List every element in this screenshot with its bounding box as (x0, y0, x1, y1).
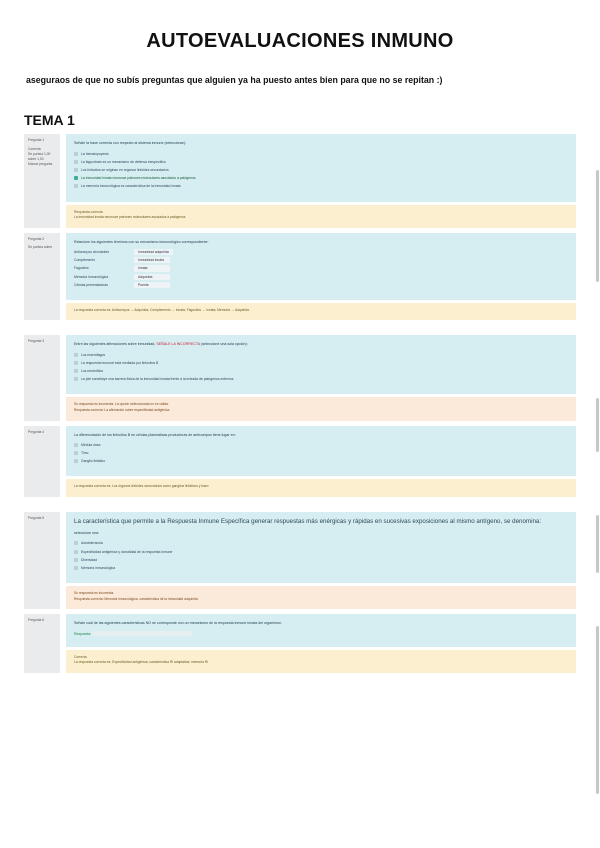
question-block: Pregunta 6 Señale cuál de las siguientes… (24, 614, 576, 673)
question-number: Pregunta 6 (28, 618, 56, 623)
question-number: Pregunta 5 (28, 516, 56, 521)
answer-option[interactable]: Los linfocitos se originan en órganos li… (74, 167, 568, 173)
question-panel: Entre las siguientes afirmaciones sobre … (66, 335, 576, 394)
answer-option[interactable]: La hematopoyesis (74, 151, 568, 157)
question-score: Se puntúa 1,00 sobre 1,00 (28, 152, 56, 163)
text-input[interactable] (92, 631, 192, 636)
feedback-text: La inmunidad innata reconoce patrones mo… (74, 215, 568, 221)
question-text: Relacione los siguientes términos con su… (74, 239, 568, 245)
feedback-text: La respuesta correcta es: Anticuerpos → … (74, 308, 568, 314)
feedback-text: La respuesta correcta es: Los órganos li… (74, 484, 568, 490)
fill-label: Respuesta: (74, 632, 91, 636)
feedback-text: La respuesta correcta es: Especificidad … (74, 660, 568, 666)
highlight-text: SEÑALE LA INCORRECTA (156, 342, 200, 346)
question-number: Pregunta 4 (28, 430, 56, 435)
question-number: Pregunta 2 (28, 237, 56, 242)
answer-option[interactable]: Memoria inmunológica (74, 565, 568, 571)
match-row: Células presentadorasPuente (74, 282, 568, 288)
match-row: ComplementoInmunidad innata (74, 257, 568, 263)
question-label: Pregunta 5 (24, 512, 60, 609)
match-select[interactable]: Adquirida (134, 274, 170, 280)
answer-option[interactable]: Autotolerancia (74, 540, 568, 546)
feedback-panel: La respuesta correcta es: Los órganos li… (66, 479, 576, 497)
feedback-text: Respuesta correcta: La afirmación sobre … (74, 408, 568, 414)
scrollbar-thumb[interactable] (596, 515, 599, 573)
scrollbar-thumb[interactable] (596, 170, 599, 282)
feedback-panel: Su respuesta es incorrecta. Respuesta co… (66, 586, 576, 609)
question-block: Pregunta 3 Entre las siguientes afirmaci… (24, 335, 576, 420)
question-number: Pregunta 3 (28, 339, 56, 344)
answer-option[interactable]: Los neutrófilos (74, 368, 568, 374)
question-text: La diferenciación de los linfocitos B en… (74, 432, 568, 438)
question-panel: La diferenciación de los linfocitos B en… (66, 426, 576, 477)
question-label: Pregunta 4 (24, 426, 60, 497)
question-panel: Señale cuál de las siguientes caracterís… (66, 614, 576, 647)
question-text: La característica que permite a la Respu… (74, 518, 568, 527)
answer-option[interactable]: La piel constituye una barrera física de… (74, 376, 568, 382)
question-block: Pregunta 1 Correcta Se puntúa 1,00 sobre… (24, 134, 576, 227)
answer-option[interactable]: Los macrófagos (74, 352, 568, 358)
question-panel: Relacione los siguientes términos con su… (66, 233, 576, 300)
intro-note: aseguraos de que no subís preguntas que … (24, 75, 576, 86)
feedback-panel: La respuesta correcta es: Anticuerpos → … (66, 303, 576, 321)
question-text: Señale cuál de las siguientes caracterís… (74, 620, 568, 626)
scrollbar-thumb[interactable] (596, 626, 599, 794)
question-score: Se puntúa sobre (28, 245, 56, 250)
answer-option[interactable]: Diversidad (74, 557, 568, 563)
match-row: FagocitosInnata (74, 265, 568, 271)
question-flag[interactable]: Marcar pregunta (28, 162, 56, 167)
match-select[interactable]: Puente (134, 282, 170, 288)
question-panel: Señale la frase correcta con respecto al… (66, 134, 576, 201)
match-row: Anticuerpos circulantesInmunidad adquiri… (74, 249, 568, 255)
feedback-panel: Correcta La respuesta correcta es: Espec… (66, 650, 576, 673)
answer-option[interactable]: La respuesta humoral está mediada por li… (74, 360, 568, 366)
scrollbar-thumb[interactable] (596, 398, 599, 452)
question-label: Pregunta 3 (24, 335, 60, 420)
page-title: AUTOEVALUACIONES INMUNO (24, 30, 576, 53)
section-heading-tema1: TEMA 1 (24, 112, 576, 128)
quiz-list: Pregunta 1 Correcta Se puntúa 1,00 sobre… (24, 134, 576, 672)
answer-option[interactable]: Timo (74, 450, 568, 456)
answer-option[interactable]: La memoria inmunológica es característic… (74, 183, 568, 189)
question-block: Pregunta 4 La diferenciación de los linf… (24, 426, 576, 497)
answer-option[interactable]: Especificidad antigénica y clonalidad de… (74, 549, 568, 555)
question-label: Pregunta 1 Correcta Se puntúa 1,00 sobre… (24, 134, 60, 227)
feedback-text: Respuesta correcta: Memoria inmunológica… (74, 597, 568, 603)
match-select[interactable]: Innata (134, 265, 170, 271)
question-subtext: seleccione una: (74, 530, 568, 536)
match-row: Memoria inmunológicaAdquirida (74, 274, 568, 280)
answer-option[interactable]: La fagocitosis es un mecanismo de defens… (74, 159, 568, 165)
question-number: Pregunta 1 (28, 138, 56, 143)
answer-option[interactable]: Ganglio linfático (74, 458, 568, 464)
question-block: Pregunta 2 Se puntúa sobre Relacione los… (24, 233, 576, 321)
answer-option[interactable]: Médula ósea (74, 442, 568, 448)
question-panel: La característica que permite a la Respu… (66, 512, 576, 583)
question-label: Pregunta 6 (24, 614, 60, 673)
question-block: Pregunta 5 La característica que permite… (24, 512, 576, 609)
feedback-panel: Su respuesta es incorrecta. La opción se… (66, 397, 576, 420)
match-select[interactable]: Inmunidad innata (134, 257, 170, 263)
match-select[interactable]: Inmunidad adquirida (134, 249, 173, 255)
answer-option-selected[interactable]: La inmunidad innata reconoce patrones mo… (74, 175, 568, 181)
question-label: Pregunta 2 Se puntúa sobre (24, 233, 60, 321)
feedback-panel: Respuesta correcta La inmunidad innata r… (66, 205, 576, 228)
question-text: Entre las siguientes afirmaciones sobre … (74, 341, 568, 347)
question-text: Señale la frase correcta con respecto al… (74, 140, 568, 146)
